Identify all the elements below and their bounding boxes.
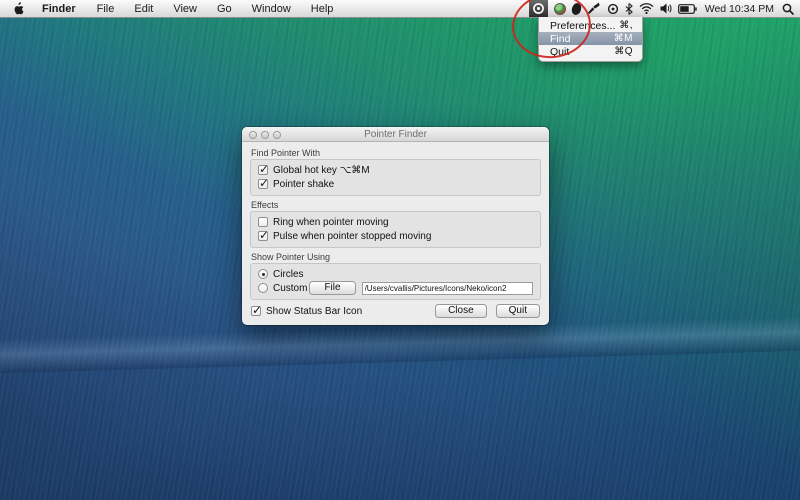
close-window-button[interactable] — [249, 131, 257, 139]
show-status-bar-checkbox[interactable] — [251, 306, 261, 316]
color-app-status-icon[interactable] — [554, 0, 566, 17]
battery-status-icon[interactable] — [678, 0, 697, 17]
menu-item-shortcut: ⌘, — [619, 20, 633, 31]
global-hotkey-checkbox[interactable] — [258, 165, 268, 175]
wifi-icon — [639, 3, 654, 14]
custom-radio[interactable] — [258, 283, 268, 293]
show-pointer-group: Circles Custom File — [250, 263, 541, 300]
pulse-stopped-checkbox[interactable] — [258, 231, 268, 241]
search-icon — [782, 3, 794, 15]
global-hotkey-row: Global hot key ⌥⌘M — [258, 163, 533, 177]
custom-option-row: Custom File — [258, 281, 533, 295]
status-menu-dropdown: Preferences... ⌘, Find ⌘M Quit ⌘Q — [538, 17, 643, 62]
show-status-bar-label: Show Status Bar Icon — [266, 306, 362, 317]
color-app-icon — [554, 3, 566, 15]
menu-window[interactable]: Window — [242, 0, 301, 17]
flashlight-icon — [587, 2, 601, 15]
dark-app-icon — [570, 1, 582, 15]
pointer-shake-checkbox[interactable] — [258, 179, 268, 189]
bluetooth-status-icon[interactable] — [625, 0, 633, 17]
battery-icon — [678, 4, 697, 14]
flashlight-status-icon[interactable] — [587, 0, 601, 17]
window-bottom-row: Show Status Bar Icon Close Quit — [251, 304, 540, 318]
target-icon — [607, 3, 619, 15]
pointer-finder-window: Pointer Finder Find Pointer With Global … — [242, 127, 549, 325]
circles-label: Circles — [273, 269, 304, 280]
window-title: Pointer Finder — [364, 129, 427, 140]
bluetooth-icon — [625, 3, 633, 15]
menu-file[interactable]: File — [87, 0, 125, 17]
menu-view[interactable]: View — [163, 0, 207, 17]
custom-path-input[interactable] — [362, 282, 533, 295]
menu-item-preferences[interactable]: Preferences... ⌘, — [539, 19, 642, 32]
apple-icon — [14, 2, 25, 15]
zoom-window-button[interactable] — [273, 131, 281, 139]
pulse-stopped-label: Pulse when pointer stopped moving — [273, 231, 431, 242]
circles-radio[interactable] — [258, 269, 268, 279]
custom-label: Custom — [273, 283, 307, 294]
menu-finder[interactable]: Finder — [31, 0, 87, 17]
quit-button[interactable]: Quit — [496, 304, 540, 318]
ring-moving-row: Ring when pointer moving — [258, 215, 533, 229]
window-titlebar[interactable]: Pointer Finder — [242, 127, 549, 142]
menu-item-shortcut: ⌘M — [614, 33, 633, 44]
show-pointer-group-label: Show Pointer Using — [251, 252, 549, 262]
find-pointer-group: Global hot key ⌥⌘M Pointer shake — [250, 159, 541, 196]
spotlight-status-icon[interactable] — [782, 0, 794, 17]
menu-item-quit[interactable]: Quit ⌘Q — [539, 45, 642, 58]
dark-app-status-icon[interactable] — [572, 0, 581, 17]
target-ring-icon — [532, 2, 545, 15]
effects-group: Ring when pointer moving Pulse when poin… — [250, 211, 541, 248]
menu-item-label: Quit — [550, 46, 569, 58]
apple-menu[interactable] — [9, 0, 31, 17]
pointer-finder-status-icon[interactable] — [529, 0, 548, 17]
circles-option-row: Circles — [258, 267, 533, 281]
menu-help[interactable]: Help — [301, 0, 344, 17]
menu-item-shortcut: ⌘Q — [614, 46, 633, 57]
global-hotkey-label: Global hot key ⌥⌘M — [273, 165, 370, 176]
menu-item-label: Find — [550, 33, 570, 45]
menu-edit[interactable]: Edit — [124, 0, 163, 17]
volume-icon — [660, 3, 672, 14]
close-button[interactable]: Close — [435, 304, 487, 318]
pulse-stopped-row: Pulse when pointer stopped moving — [258, 229, 533, 243]
menu-bar-clock[interactable]: Wed 10:34 PM — [703, 3, 776, 15]
menu-item-label: Preferences... — [550, 20, 615, 32]
target-status-icon[interactable] — [607, 0, 619, 17]
file-button[interactable]: File — [309, 281, 355, 295]
pointer-shake-label: Pointer shake — [273, 179, 334, 190]
menu-go[interactable]: Go — [207, 0, 242, 17]
ring-moving-checkbox[interactable] — [258, 217, 268, 227]
menu-item-find[interactable]: Find ⌘M — [539, 32, 642, 45]
menu-bar: Finder File Edit View Go Window Help — [0, 0, 800, 18]
effects-group-label: Effects — [251, 200, 549, 210]
wifi-status-icon[interactable] — [639, 0, 654, 17]
pointer-shake-row: Pointer shake — [258, 177, 533, 191]
ring-moving-label: Ring when pointer moving — [273, 217, 389, 228]
volume-status-icon[interactable] — [660, 0, 672, 17]
find-pointer-group-label: Find Pointer With — [251, 148, 549, 158]
minimize-window-button[interactable] — [261, 131, 269, 139]
